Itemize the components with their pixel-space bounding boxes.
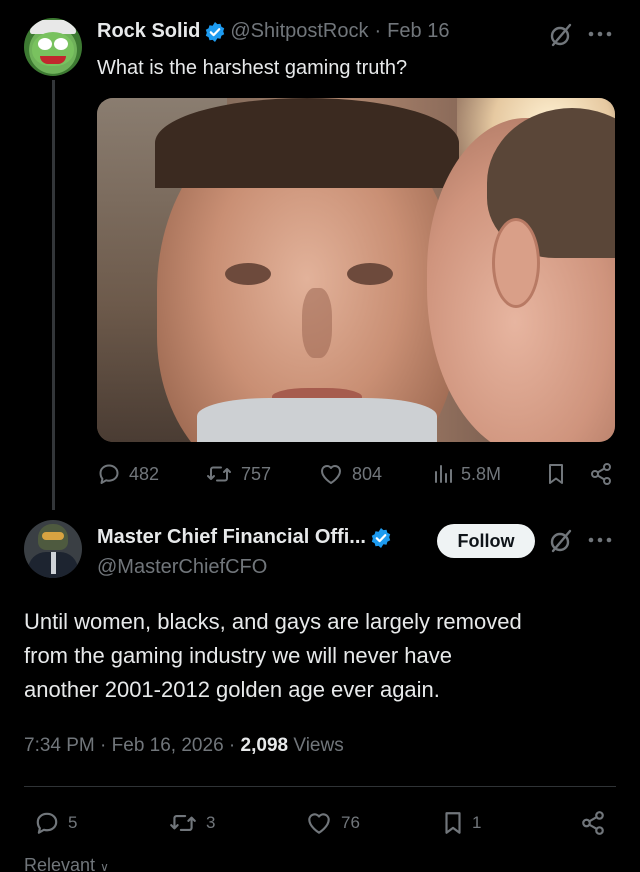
chevron-down-icon: ∨	[100, 860, 109, 872]
bookmark-button[interactable]	[546, 462, 566, 486]
reply-icon	[36, 812, 58, 834]
reply-date[interactable]: Feb 16, 2026	[112, 735, 224, 756]
views-chart-icon	[435, 465, 452, 483]
grok-icon[interactable]	[548, 528, 574, 554]
rock-solid-avatar[interactable]	[24, 18, 82, 76]
repost-icon	[207, 466, 231, 482]
meta-separator: ·	[100, 735, 107, 756]
grok-icon[interactable]	[548, 22, 574, 48]
reply-button[interactable]: 5	[34, 810, 77, 836]
like-count: 76	[341, 813, 360, 832]
share-icon	[582, 811, 604, 835]
verified-badge-icon	[370, 527, 392, 549]
master-chief-cfo-avatar[interactable]	[24, 520, 82, 578]
reply-tweet-text: Until women, blacks, and gays are largel…	[24, 605, 522, 707]
verified-badge-icon	[204, 21, 226, 43]
reply-button[interactable]: 482	[97, 462, 159, 486]
heart-icon	[321, 465, 341, 484]
follow-button[interactable]: Follow	[437, 524, 535, 558]
like-button[interactable]: 804	[318, 462, 382, 486]
bookmark-icon	[445, 812, 461, 834]
repost-count: 3	[206, 813, 216, 832]
original-date[interactable]: Feb 16	[387, 20, 449, 43]
repost-button[interactable]: 3	[168, 810, 215, 836]
thread-connector-line	[52, 80, 55, 510]
repost-icon	[170, 814, 196, 832]
sort-label: Relevant	[24, 855, 96, 872]
share-button[interactable]	[580, 810, 606, 836]
meta-separator: ·	[228, 735, 236, 756]
reply-text-line: from the gaming industry we will never h…	[24, 643, 452, 668]
reply-time[interactable]: 7:34 PM	[24, 735, 95, 756]
divider	[24, 786, 616, 787]
reply-tweet-header: Master Chief Financial Offi...	[97, 526, 396, 549]
more-options-icon[interactable]	[587, 30, 613, 38]
reply-display-name[interactable]: Master Chief Financial Offi...	[97, 526, 366, 549]
reply-views-label: Views	[293, 735, 344, 756]
reply-count: 482	[129, 463, 160, 484]
reply-text-line: another 2001-2012 golden age ever again.	[24, 677, 440, 702]
reply-text-line: Until women, blacks, and gays are largel…	[24, 609, 522, 634]
bookmark-icon	[549, 464, 563, 484]
original-handle[interactable]: @ShitpostRock	[230, 20, 368, 43]
like-button[interactable]: 76	[305, 810, 360, 836]
header-separator: ·	[374, 20, 382, 42]
original-display-name[interactable]: Rock Solid	[97, 20, 200, 43]
share-button[interactable]	[589, 462, 613, 486]
heart-icon	[308, 813, 330, 834]
views-button[interactable]: 5.8M	[433, 462, 501, 486]
reply-handle-row: @MasterChiefCFO	[97, 556, 267, 579]
more-options-icon[interactable]	[587, 536, 613, 544]
like-count: 804	[352, 463, 383, 484]
reply-icon	[99, 464, 119, 484]
views-count: 5.8M	[461, 463, 502, 484]
original-tweet-header: Rock Solid @ShitpostRock · Feb 16	[97, 20, 449, 43]
bookmark-button[interactable]: 1	[442, 810, 481, 836]
reply-views-count: 2,098	[240, 735, 289, 756]
reply-timestamp-row: 7:34 PM · Feb 16, 2026 · 2,098 Views	[24, 735, 344, 757]
reply-count: 5	[68, 813, 78, 832]
repost-button[interactable]: 757	[205, 462, 271, 486]
original-tweet-text: What is the harshest gaming truth?	[97, 57, 408, 79]
share-icon	[591, 463, 611, 485]
sort-relevant-dropdown[interactable]: Relevant ∨	[24, 855, 109, 872]
repost-count: 757	[241, 463, 272, 484]
bookmark-count: 1	[472, 813, 482, 832]
reply-handle[interactable]: @MasterChiefCFO	[97, 556, 267, 579]
tweet-media-image[interactable]	[97, 98, 615, 442]
